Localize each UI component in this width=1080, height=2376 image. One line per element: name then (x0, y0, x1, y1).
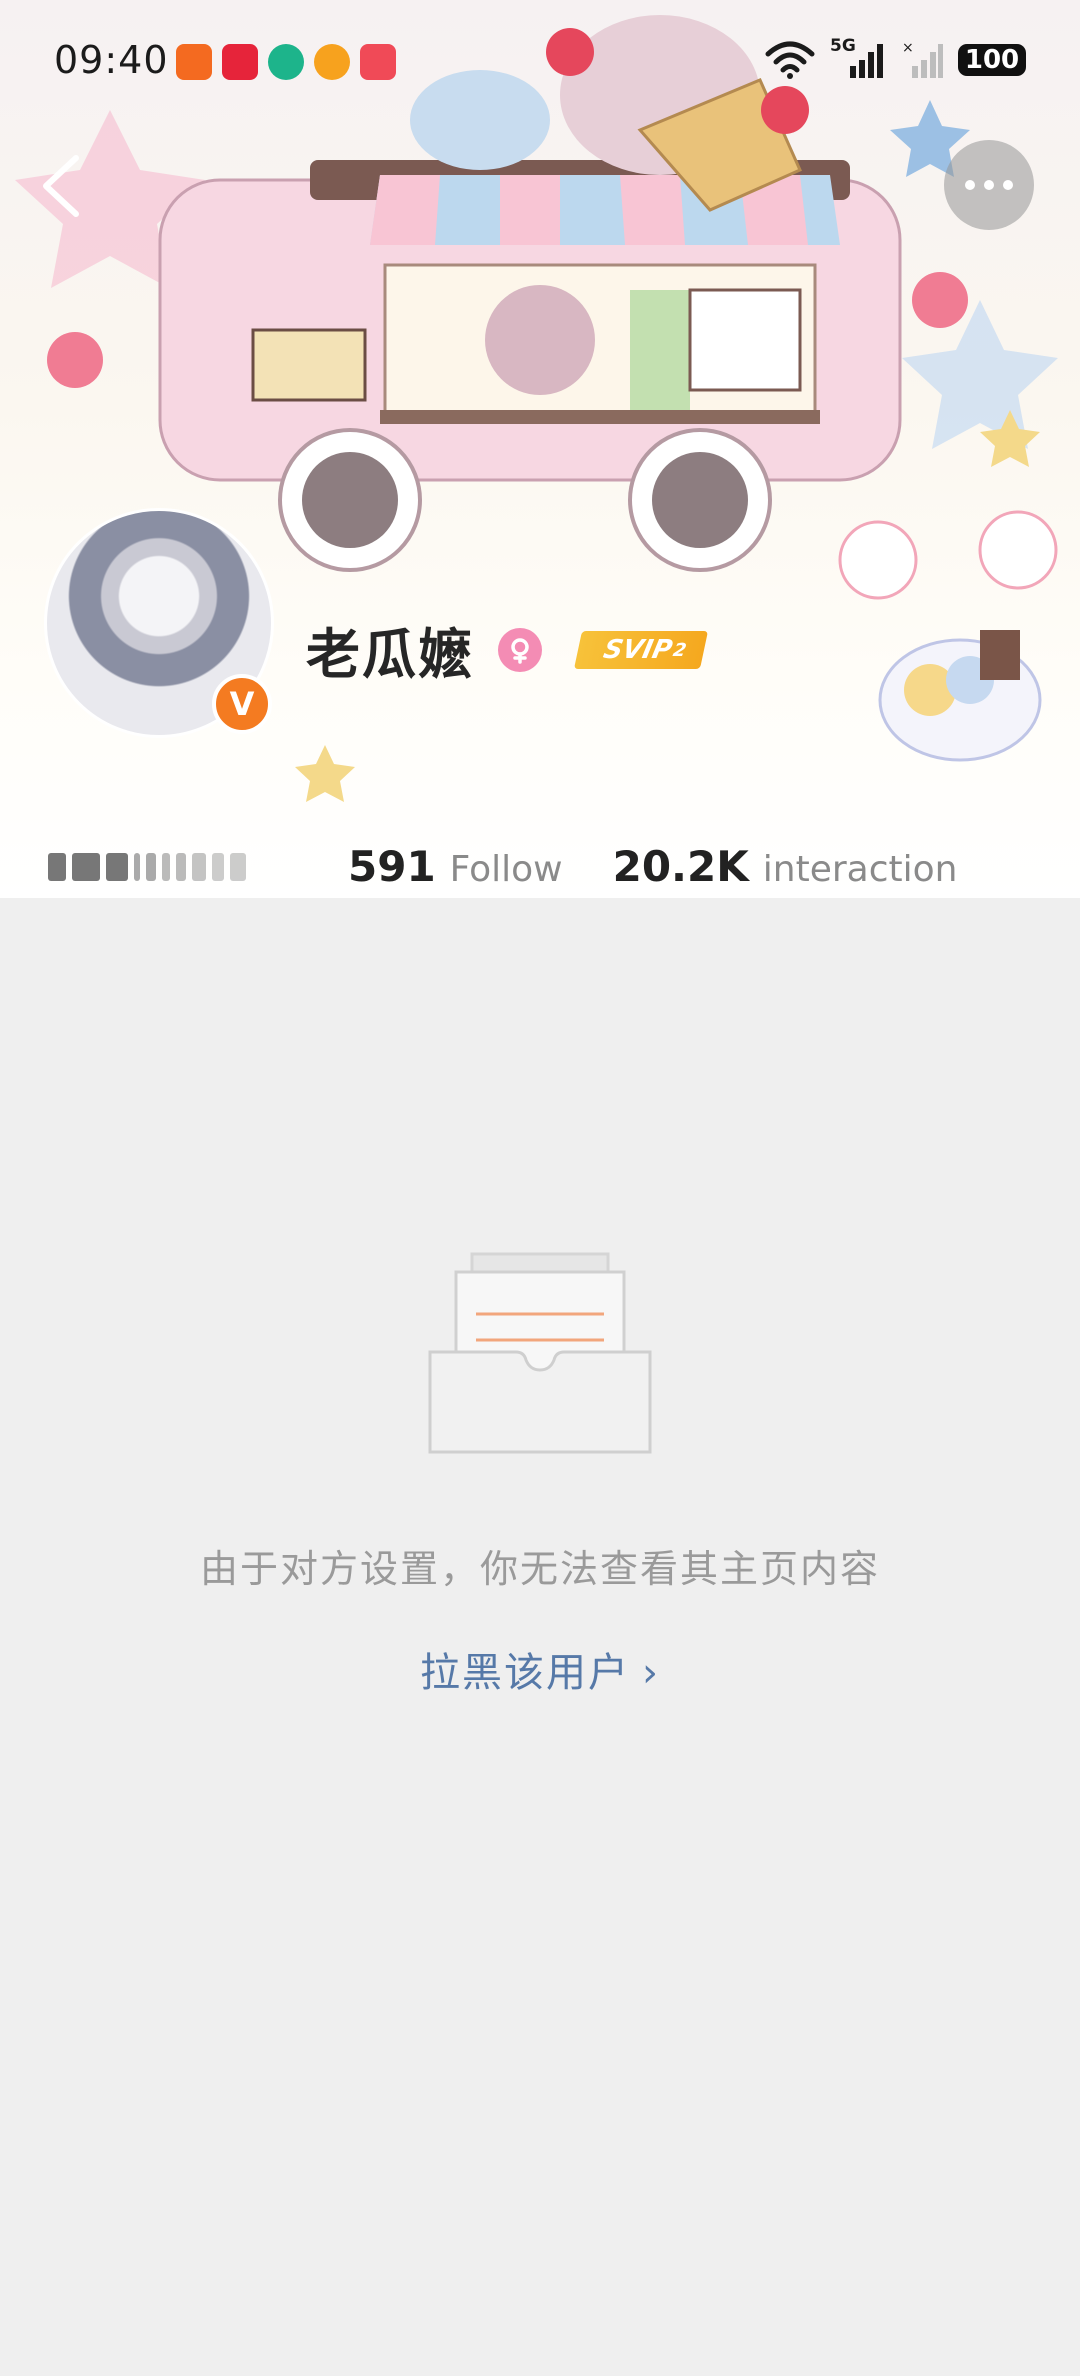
svip-level: 2 (671, 639, 689, 660)
signal-sim2-icon: × (902, 40, 943, 78)
green-app-icon (268, 44, 304, 80)
verified-v-badge: V (212, 674, 272, 734)
app-notif-icon (176, 44, 212, 80)
xiaohongshu-icon (222, 44, 258, 80)
battery-indicator: 100 (958, 44, 1026, 76)
name-row: 老瓜嬷 SVIP 2 (306, 610, 709, 689)
wifi-icon (765, 41, 815, 79)
dot-icon (984, 180, 994, 190)
clock: 09:40 (54, 38, 169, 82)
dot-icon (1003, 180, 1013, 190)
system-icons: 5G × 100 (764, 36, 1026, 80)
profile-cover: 09:40 5G × 100 V 老瓜嬷 SVIP 2 591 Follow 2… (0, 0, 1080, 898)
dot-icon (965, 180, 975, 190)
empty-inbox-icon (428, 1252, 652, 1454)
cover-illustration (15, 15, 1058, 802)
more-options-button[interactable] (944, 140, 1034, 230)
block-user-label: 拉黑该用户 (420, 1650, 630, 1696)
follow-stat[interactable]: 591 Follow (348, 842, 563, 891)
interaction-stat[interactable]: 20.2K interaction (613, 842, 958, 891)
svip-label: SVIP (600, 634, 675, 665)
signal-5g-icon: 5G (830, 36, 886, 80)
follow-count: 591 (348, 842, 436, 891)
weibo-icon (314, 44, 350, 80)
restricted-content-message: 由于对方设置，你无法查看其主页内容 (199, 1547, 880, 1591)
female-gender-icon (498, 627, 542, 672)
status-bar: 09:40 5G × 100 (0, 0, 1080, 130)
chevron-right-icon: › (642, 1650, 660, 1696)
stats-row: 591 Follow 20.2K interaction (48, 842, 1007, 898)
interaction-label: interaction (762, 849, 958, 890)
svg-text:×: × (902, 40, 914, 56)
interaction-count: 20.2K (612, 842, 749, 891)
block-user-link[interactable]: 拉黑该用户 › (0, 1640, 1080, 1698)
notification-icons (176, 44, 396, 80)
svip-badge[interactable]: SVIP 2 (573, 630, 709, 669)
username: 老瓜嬷 (306, 623, 474, 686)
chevron-left-icon (43, 155, 79, 217)
back-button[interactable] (32, 150, 92, 220)
video-app-icon (360, 44, 396, 80)
follow-label: Follow (449, 849, 563, 890)
redacted-stat (48, 850, 298, 884)
